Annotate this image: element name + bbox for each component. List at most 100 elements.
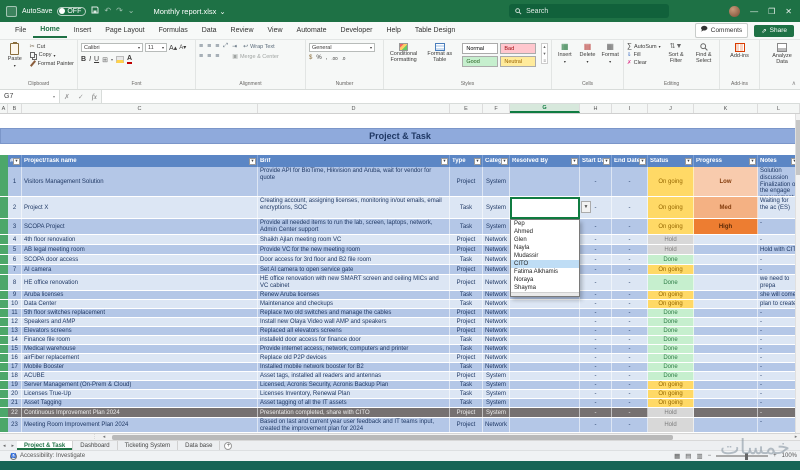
filter-icon[interactable]: ▼	[13, 157, 20, 165]
vertical-scrollbar-thumb[interactable]	[796, 120, 800, 175]
conditional-formatting-button[interactable]: Conditional Formatting	[387, 43, 420, 64]
collapse-ribbon-icon[interactable]: ∧	[792, 80, 796, 87]
cell-start-date[interactable]: -	[580, 363, 612, 371]
align-top-icon[interactable]: ≡	[199, 43, 203, 50]
cell-end-date[interactable]: -	[612, 336, 648, 344]
sheet-tab-dashboard[interactable]: Dashboard	[73, 441, 118, 450]
cell-project-name[interactable]: airFiber replacement	[22, 354, 258, 362]
cell-row-number[interactable]: 12	[8, 318, 22, 326]
filter-icon[interactable]: ▼	[639, 157, 646, 165]
cell-end-date[interactable]: -	[612, 327, 648, 335]
name-box[interactable]: G7 ▾	[0, 90, 60, 103]
cell-status[interactable]: Done	[648, 327, 694, 335]
cell-start-date[interactable]: -	[580, 381, 612, 389]
cell-status[interactable]: On going	[648, 167, 694, 196]
cell-status[interactable]: Done	[648, 345, 694, 353]
cell-end-date[interactable]: -	[612, 291, 648, 299]
align-center-icon[interactable]: ≡	[207, 53, 211, 60]
cell-category[interactable]: System	[483, 372, 510, 380]
zoom-level[interactable]: 100%	[782, 453, 797, 459]
cell-brif[interactable]: Door access for 3rd floor and B2 file ro…	[258, 255, 450, 264]
a-column-cell[interactable]	[0, 318, 8, 326]
cell-category[interactable]: Network	[483, 327, 510, 335]
cell-brif[interactable]: Install new Olaya Video wall AMP and spe…	[258, 318, 450, 326]
a-column-cell[interactable]	[0, 265, 8, 274]
delete-cells-button[interactable]: ▦ Delete ▾	[578, 43, 598, 65]
cell-resolved-by[interactable]	[510, 327, 580, 335]
page-layout-view-icon[interactable]: ▤	[685, 452, 691, 460]
page-break-view-icon[interactable]: ▥	[696, 452, 702, 460]
cell-resolved-by[interactable]	[510, 381, 580, 389]
cell-start-date[interactable]: -	[580, 336, 612, 344]
cell-type[interactable]: Task	[450, 300, 483, 308]
cell-notes[interactable]: we need to prepa Saturday	[758, 275, 800, 290]
cell-category[interactable]: Network	[483, 418, 510, 432]
user-avatar[interactable]	[729, 5, 741, 17]
cell-row-number[interactable]: 20	[8, 390, 22, 398]
cell-status[interactable]: Done	[648, 255, 694, 264]
cell-notes[interactable]: -	[758, 309, 800, 317]
merge-center-button[interactable]: Merge & Center	[240, 54, 279, 60]
cell-progress[interactable]	[694, 291, 758, 299]
style-gallery-scroll[interactable]: ▴ ▾ ≡	[541, 43, 548, 64]
filter-icon[interactable]: ▼	[749, 157, 756, 165]
cell-category[interactable]: Network	[483, 245, 510, 254]
cell-project-name[interactable]: ACUBE	[22, 372, 258, 380]
a-column-cell[interactable]	[0, 291, 8, 299]
cancel-entry-icon[interactable]: ✗	[60, 93, 74, 101]
save-icon[interactable]	[91, 6, 99, 16]
column-header--[interactable]: #▼	[8, 155, 22, 167]
cell-progress[interactable]: Low	[694, 167, 758, 196]
cell-status[interactable]: On going	[648, 300, 694, 308]
cell-end-date[interactable]: -	[612, 275, 648, 290]
cell-category[interactable]: Network	[483, 265, 510, 274]
cell-category[interactable]: Network	[483, 345, 510, 353]
cell-progress[interactable]	[694, 336, 758, 344]
cell-project-name[interactable]: Asset Tagging	[22, 399, 258, 407]
cell-progress[interactable]	[694, 265, 758, 274]
align-bottom-icon[interactable]: ≡	[215, 43, 219, 50]
column-header-category[interactable]: Category▼	[483, 155, 510, 167]
cell-notes[interactable]: -	[758, 255, 800, 264]
paste-button[interactable]: Paste ▾	[3, 42, 27, 68]
cell-status[interactable]: Done	[648, 275, 694, 290]
cell-row-number[interactable]: 9	[8, 291, 22, 299]
cell-type[interactable]: Project	[450, 309, 483, 317]
cell-type[interactable]: Task	[450, 390, 483, 398]
cell-project-name[interactable]: AB legal meeting room	[22, 245, 258, 254]
cell-category[interactable]: Network	[483, 309, 510, 317]
insert-cells-button[interactable]: ▦ Insert ▾	[555, 43, 575, 65]
cell-project-name[interactable]: 4th floor renovation	[22, 235, 258, 244]
cell-category[interactable]: System	[483, 197, 510, 218]
column-header-type[interactable]: Type ▼	[450, 155, 483, 167]
cell-brif[interactable]: Creating account, assigning licenses, mo…	[258, 197, 450, 218]
cell-category[interactable]: System	[483, 167, 510, 196]
a-column-cell[interactable]	[0, 390, 8, 398]
a-column-cell[interactable]	[0, 197, 8, 218]
zoom-out-icon[interactable]: −	[708, 453, 712, 459]
cell-start-date[interactable]: -	[580, 399, 612, 407]
cell-start-date[interactable]: -	[580, 235, 612, 244]
cell-start-date[interactable]: -	[580, 245, 612, 254]
cell-project-name[interactable]: AI camera	[22, 265, 258, 274]
cell-project-name[interactable]: Aruba licenses	[22, 291, 258, 299]
bold-button[interactable]: B	[81, 56, 86, 63]
cell-notes[interactable]: -	[758, 363, 800, 371]
copy-button[interactable]: Copy ▾	[29, 52, 74, 58]
cell-progress[interactable]	[694, 408, 758, 417]
cell-row-number[interactable]: 3	[8, 219, 22, 234]
cell-brif[interactable]: Replaced all elevators screens	[258, 327, 450, 335]
cell-brif[interactable]: Licenses Inventory, Renewal Plan	[258, 390, 450, 398]
cell-start-date[interactable]: -	[580, 408, 612, 417]
format-painter-button[interactable]: Format Painter	[29, 60, 74, 67]
cell-category[interactable]: Network	[483, 363, 510, 371]
cell-start-date[interactable]: -	[580, 300, 612, 308]
cell-type[interactable]: Project	[450, 235, 483, 244]
table-title-band[interactable]: Project & Task	[0, 128, 800, 144]
wrap-text-button[interactable]: Wrap Text	[250, 44, 275, 50]
cell-row-number[interactable]: 13	[8, 327, 22, 335]
cell-end-date[interactable]: -	[612, 363, 648, 371]
cell-status[interactable]: On going	[648, 197, 694, 218]
cell-status[interactable]: Done	[648, 363, 694, 371]
cell-project-name[interactable]: 5th floor switches replacement	[22, 309, 258, 317]
